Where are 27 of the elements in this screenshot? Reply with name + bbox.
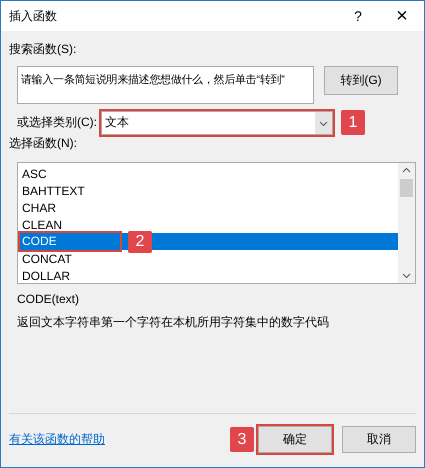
caret-icon <box>315 112 332 134</box>
function-item[interactable]: BAHTTEXT <box>18 182 398 199</box>
scrollbar[interactable] <box>398 163 415 283</box>
scroll-thumb[interactable] <box>400 179 413 197</box>
function-item[interactable]: CONCAT <box>18 250 398 267</box>
function-item[interactable]: CHAR <box>18 199 398 216</box>
function-item[interactable]: DOLLAR <box>18 267 398 284</box>
search-field[interactable]: 请输入一条简短说明来描述您想做什么，然后单击“转到” <box>17 66 314 104</box>
go-button[interactable]: 转到(G) <box>324 66 398 95</box>
search-label: 搜索函数(S): <box>9 41 78 58</box>
callout-badge: 2 <box>128 230 152 252</box>
help-button[interactable]: ? <box>336 1 380 31</box>
callout-badge: 3 <box>230 427 254 452</box>
function-signature: CODE(text) <box>17 292 80 306</box>
function-list-label: 选择函数(N): <box>9 135 78 152</box>
cancel-button[interactable]: 取消 <box>342 426 416 453</box>
window-title: 插入函数 <box>9 8 58 24</box>
category-dropdown[interactable]: 文本 <box>101 110 333 134</box>
close-button[interactable]: × <box>380 1 424 31</box>
callout-badge: 1 <box>341 110 365 135</box>
ok-button[interactable]: 确定 <box>258 426 332 453</box>
help-link[interactable]: 有关该函数的帮助 <box>9 431 105 448</box>
function-item[interactable]: ASC <box>18 165 398 182</box>
function-item[interactable]: CLEAN <box>18 216 398 233</box>
category-label: 或选择类别(C): <box>17 114 98 131</box>
function-description: 返回文本字符串第一个字符在本机所用字符集中的数字代码 <box>17 314 330 331</box>
function-item[interactable]: CODE 2 <box>18 233 398 250</box>
